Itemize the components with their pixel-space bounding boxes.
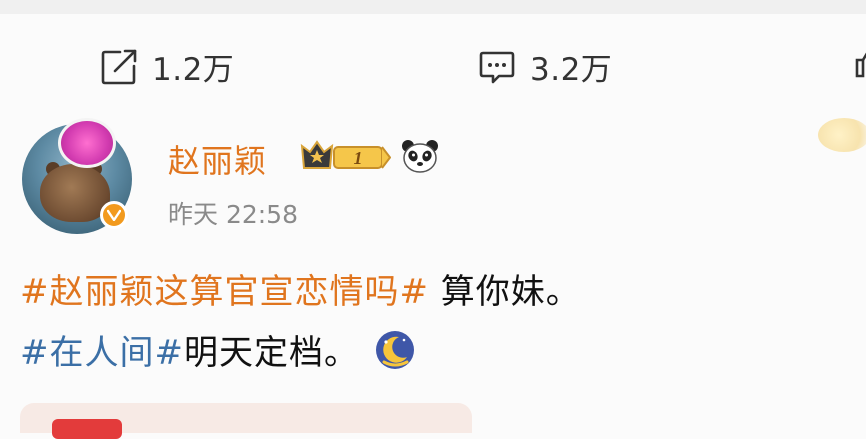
top-separator	[0, 0, 866, 14]
comment-count: 3.2万	[530, 52, 613, 88]
panda-icon	[401, 138, 439, 178]
hashtag-link[interactable]: #在人间#	[20, 333, 184, 373]
author-avatar[interactable]	[22, 118, 132, 234]
post-timestamp: 昨天 22:58	[168, 200, 298, 229]
comment-button[interactable]: 3.2万	[478, 44, 612, 89]
like-icon	[846, 44, 866, 82]
moon-emoji-icon	[373, 328, 417, 381]
share-count: 1.2万	[152, 52, 235, 88]
weibo-post: 赵丽颖 1 昨天 22:58 #赵丽颖这算官宣恋情吗# 算你妹。 #在人间#明天…	[0, 98, 866, 439]
decoration-sticker	[818, 118, 866, 152]
post-action-bar: 1.2万 3.2万	[0, 14, 866, 98]
embedded-card[interactable]	[20, 403, 472, 439]
avatar-decoration-sticker	[58, 118, 116, 168]
author-name[interactable]: 赵丽颖	[168, 136, 267, 182]
comment-icon	[478, 48, 516, 86]
post-text-line: #赵丽颖这算官宣恋情吗# 算你妹。	[20, 264, 581, 313]
card-thumbnail	[52, 419, 122, 439]
post-text-line: #在人间#明天定档。	[20, 325, 417, 381]
vip-level: 1	[354, 148, 363, 168]
post-text: 明天定档。	[183, 333, 359, 373]
post-text: 算你妹。	[428, 272, 581, 312]
share-icon	[100, 48, 138, 86]
vip-badge[interactable]: 1	[300, 138, 392, 178]
like-button[interactable]	[846, 44, 866, 82]
share-button[interactable]: 1.2万	[100, 44, 234, 89]
hashtag-link[interactable]: #赵丽颖这算官宣恋情吗#	[20, 272, 429, 312]
verified-icon	[100, 201, 128, 229]
